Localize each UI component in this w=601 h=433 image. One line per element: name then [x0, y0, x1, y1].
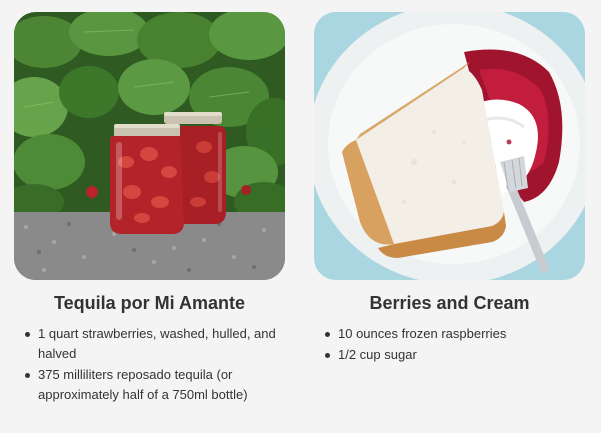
list-item: 10 ounces frozen raspberries [325, 324, 585, 344]
recipe-card-berries: Berries and Cream 10 ounces frozen raspb… [314, 12, 585, 366]
list-item: 375 milliliters reposado tequila (or app… [25, 365, 285, 405]
ingredient-list: 1 quart strawberries, washed, hulled, an… [14, 324, 285, 405]
ingredient-list: 10 ounces frozen raspberries 1/2 cup sug… [314, 324, 585, 365]
angel-food-cake-photo[interactable] [314, 12, 585, 280]
strawberry-jars-photo[interactable] [14, 12, 285, 280]
list-item: 1/2 cup sugar [325, 345, 585, 365]
recipe-page: Tequila por Mi Amante 1 quart strawberri… [0, 0, 601, 433]
recipe-title: Berries and Cream [369, 293, 530, 313]
list-item: 1 quart strawberries, washed, hulled, an… [25, 324, 285, 364]
recipe-title: Tequila por Mi Amante [53, 293, 245, 313]
recipe-card-tequila: Tequila por Mi Amante 1 quart strawberri… [14, 12, 285, 406]
